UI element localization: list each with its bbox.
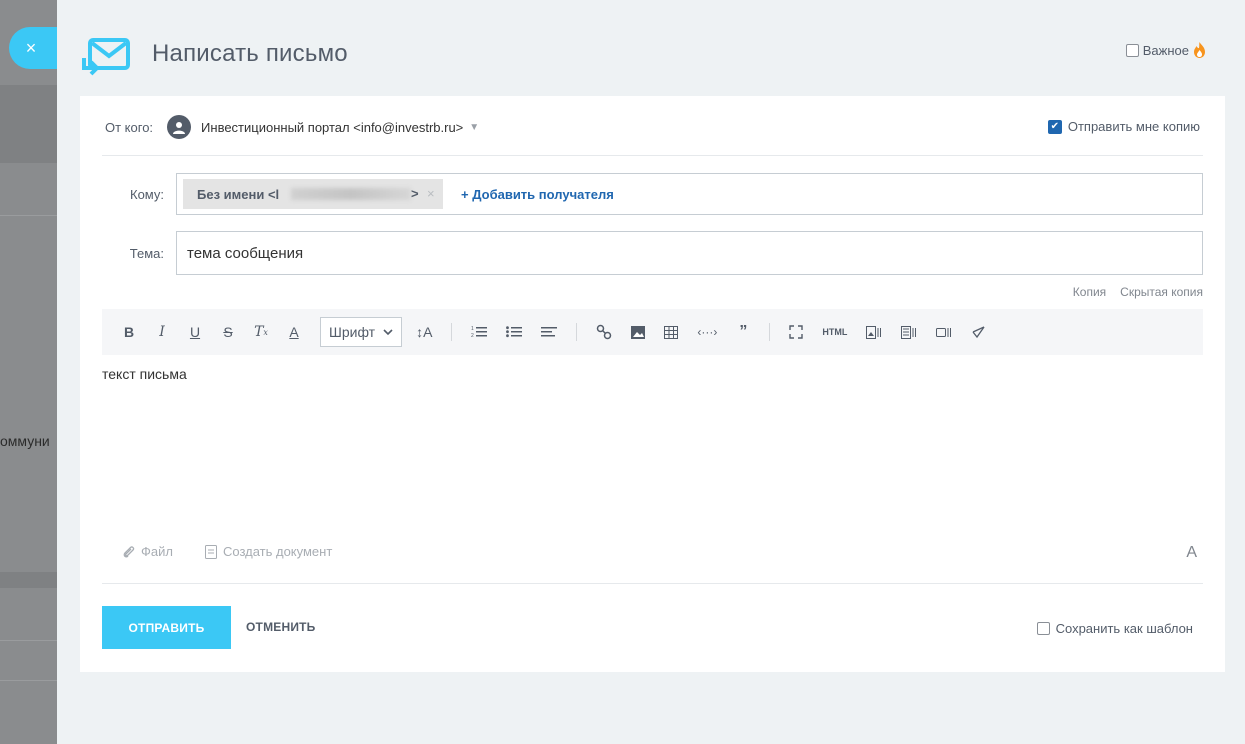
recipients-field[interactable]: Без имени <l > × + Добавить получателя: [176, 173, 1203, 215]
attach-file-button[interactable]: Файл: [122, 544, 173, 559]
remove-recipient-icon[interactable]: ×: [427, 186, 435, 201]
editor-toolbar: B I U S Tx A Шрифт ↕A 12 ‹···› ” HTML: [102, 309, 1203, 355]
text-block-icon[interactable]: [901, 325, 917, 339]
save-as-template-checkbox[interactable]: [1036, 622, 1050, 635]
background-row: [0, 85, 57, 163]
paperclip-icon: [123, 545, 135, 558]
background-divider: [0, 680, 57, 681]
attachments-row: Файл Создать документ: [122, 544, 332, 559]
link-icon[interactable]: [596, 324, 612, 340]
subject-label: Тема:: [129, 246, 164, 261]
chevron-down-icon: [383, 328, 393, 335]
clear-format-button[interactable]: Tx: [254, 324, 268, 340]
svg-text:1: 1: [471, 326, 474, 332]
font-color-button[interactable]: A: [287, 324, 301, 340]
send-me-copy-toggle[interactable]: ✔ Отправить мне копию: [1047, 119, 1200, 134]
send-button[interactable]: ОТПРАВИТЬ: [102, 606, 231, 649]
font-select-value: Шрифт: [329, 324, 376, 340]
fullscreen-icon[interactable]: [789, 325, 804, 339]
user-icon: [173, 122, 186, 134]
strikethrough-button[interactable]: S: [221, 324, 235, 340]
sender-select[interactable]: Инвестиционный портал <info@investrb.ru>: [201, 120, 463, 135]
toolbar-separator: [576, 323, 578, 341]
close-slider-button[interactable]: ×: [9, 27, 57, 69]
numbered-list-icon[interactable]: 12: [471, 325, 488, 339]
background-page: оммуни: [0, 0, 57, 744]
align-left-icon[interactable]: [541, 325, 558, 339]
from-row: От кого: Инвестиционный портал <info@inv…: [105, 112, 1200, 142]
cc-link[interactable]: Копия: [1073, 285, 1106, 299]
mail-send-icon: [82, 38, 130, 76]
font-select[interactable]: Шрифт: [320, 317, 403, 347]
important-toggle[interactable]: Важное: [1125, 42, 1206, 58]
bullet-list-icon[interactable]: [506, 325, 523, 339]
close-icon: ×: [25, 37, 37, 58]
recipient-chip[interactable]: Без имени <l > ×: [183, 179, 443, 209]
add-recipient-link[interactable]: + Добавить получателя: [461, 187, 614, 202]
important-checkbox[interactable]: [1125, 43, 1139, 57]
compose-form: От кого: Инвестиционный портал <info@inv…: [80, 96, 1225, 672]
recipient-email-redacted: [291, 188, 411, 200]
save-as-template-toggle[interactable]: Сохранить как шаблон: [1036, 621, 1193, 636]
bcc-link[interactable]: Скрытая копия: [1120, 285, 1203, 299]
recipient-bracket: >: [411, 186, 419, 201]
message-body-editor[interactable]: текст письма: [102, 366, 187, 382]
code-icon[interactable]: ‹···›: [697, 325, 717, 339]
send-me-copy-checkbox[interactable]: ✔: [1047, 119, 1062, 134]
background-divider: [0, 640, 57, 641]
document-icon: [204, 544, 217, 559]
flame-icon: [1194, 42, 1205, 58]
italic-button[interactable]: I: [155, 324, 169, 340]
to-label: Кому:: [130, 187, 164, 202]
create-document-button[interactable]: Создать документ: [204, 544, 333, 559]
avatar: [167, 115, 192, 139]
clear-format-icon: T: [254, 324, 264, 340]
divider: [102, 155, 1203, 156]
image-left-icon[interactable]: [866, 325, 882, 339]
page-title: Написать письмо: [152, 40, 348, 67]
table-icon[interactable]: [664, 325, 679, 339]
cancel-button[interactable]: ОТМЕНИТЬ: [246, 620, 316, 634]
send-me-copy-label: Отправить мне копию: [1067, 119, 1200, 134]
create-document-label: Создать документ: [222, 544, 333, 559]
background-row: [0, 572, 57, 588]
bold-button[interactable]: B: [122, 324, 136, 340]
font-size-button[interactable]: ↕A: [416, 324, 432, 340]
cc-links: Копия Скрытая копия: [1073, 285, 1203, 299]
compose-header: Написать письмо Важное: [80, 30, 1220, 80]
subject-input[interactable]: тема сообщения: [176, 231, 1203, 275]
toolbar-separator: [451, 323, 453, 341]
divider: [102, 583, 1203, 584]
html-mode-button[interactable]: HTML: [822, 327, 847, 337]
attach-file-label: Файл: [141, 544, 173, 559]
background-divider: [0, 215, 57, 216]
subject-value: тема сообщения: [187, 244, 304, 262]
underline-button[interactable]: U: [188, 324, 202, 340]
from-label: От кого:: [105, 119, 154, 135]
save-as-template-label: Сохранить как шаблон: [1055, 621, 1193, 636]
background-text: оммуни: [0, 433, 50, 449]
quote-icon[interactable]: ”: [736, 323, 750, 341]
image-icon[interactable]: [631, 325, 646, 339]
toolbar-separator: [769, 323, 771, 341]
copilot-icon[interactable]: [971, 325, 985, 339]
recipient-name: Без имени <l: [197, 186, 280, 202]
toggle-toolbar-button[interactable]: A: [1186, 544, 1197, 562]
important-label: Важное: [1142, 42, 1189, 58]
svg-text:2: 2: [471, 333, 474, 339]
chevron-down-icon[interactable]: ▼: [469, 122, 479, 133]
video-icon[interactable]: [936, 326, 952, 339]
